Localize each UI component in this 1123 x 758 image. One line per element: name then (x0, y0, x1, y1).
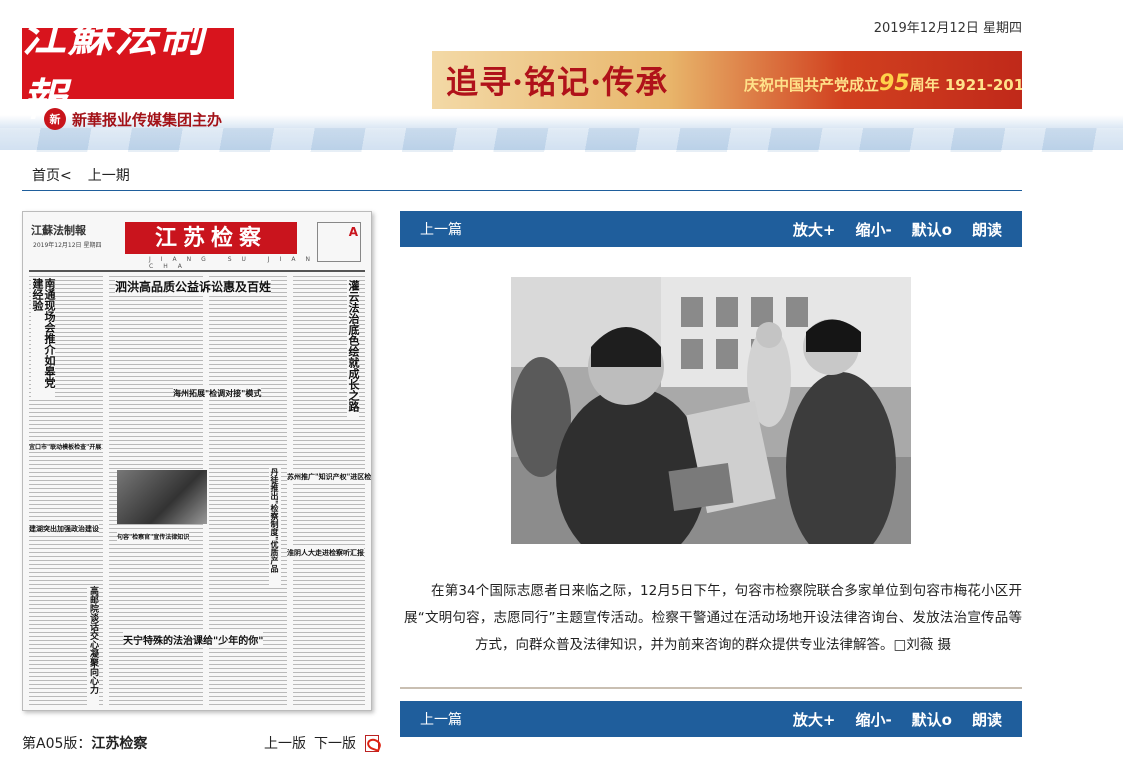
article-toolbar-bottom: 上一篇 放大+ 缩小- 默认o 朗读 (400, 701, 1022, 737)
headline-mid[interactable]: 海州拓展"检调对接"模式 (173, 388, 262, 399)
headline-right-vertical[interactable]: 灌云法治底色绘就成长之路 (347, 280, 360, 420)
sponsor-text: 新華报业传媒集团主办 (72, 110, 223, 129)
newspaper-date: 2019年12月12日 星期四 (33, 242, 102, 249)
article-photo[interactable] (511, 277, 911, 544)
article-toolbar-top: 上一篇 放大+ 缩小- 默认o 朗读 (400, 211, 1022, 247)
xinhua-logo-icon: 新 (44, 108, 66, 130)
newspaper-edition-box: A (317, 222, 361, 262)
page-section[interactable]: 江苏检察 (91, 736, 147, 752)
banner-anniversary-number: 95 (879, 71, 910, 96)
newspaper-photo (117, 470, 207, 524)
default-size-button[interactable]: 默认o (912, 219, 952, 240)
newspaper-section-title: 江苏检察 (125, 222, 297, 254)
article-photo-image (511, 277, 911, 544)
prev-article-link-bottom[interactable]: 上一篇 (420, 709, 462, 729)
current-date: 2019年12月12日 星期四 (873, 21, 1022, 36)
page-label: 第A05版： (22, 736, 92, 752)
sponsor-line: 新 新華报业传媒集团主办 (44, 108, 222, 130)
headline-main[interactable]: 泗洪高品质公益诉讼惠及百姓 (115, 278, 272, 295)
read-aloud-button[interactable]: 朗读 (972, 219, 1002, 240)
headline-left-mid[interactable]: 宜口市"联动模板检查"开展 (29, 442, 102, 451)
reading-tools: 放大+ 缩小- 默认o 朗读 (793, 219, 1002, 240)
banner-anniversary-suffix: 周年 1921-2016 (909, 76, 1022, 94)
newspaper-brand: 江蘇法制報 (31, 224, 86, 237)
anniversary-banner[interactable]: 追寻·铭记·传承 庆祝中国共产党成立95周年 1921-2016 (432, 51, 1022, 109)
masthead-rule (29, 270, 365, 272)
newspaper-masthead: 江蘇法制報 2019年12月12日 星期四 江苏检察 JIANG SU JIAN… (29, 218, 365, 270)
headline-left-low[interactable]: 建湖突出加强政治建设 (29, 524, 99, 534)
default-size-button-bottom[interactable]: 默认o (912, 709, 952, 730)
headline-sub2[interactable]: 淮阴人大走进检察听汇报 (287, 548, 364, 558)
banner-slogan: 追寻·铭记·传承 (446, 63, 669, 101)
site-logo[interactable]: 江蘇法制報 (22, 11, 234, 126)
banner-anniversary: 庆祝中国共产党成立95周年 1921-2016 (744, 71, 1022, 96)
banner-anniversary-prefix: 庆祝中国共产党成立 (744, 76, 880, 94)
newspaper-body: 南通现场会推介如皋党建经验 泗洪高品质公益诉讼惠及百姓 灌云法治底色绘就成长之路… (29, 276, 371, 706)
zoom-out-button-bottom[interactable]: 缩小- (855, 709, 891, 730)
article-body: 在第34个国际志愿者日来临之际，12月5日下午，句容市检察院联合多家单位到句容市… (404, 578, 1022, 659)
newspaper-edition-letter: A (348, 225, 358, 239)
page: 江蘇法制報 新 新華报业传媒集团主办 2019年12月12日 星期四 追寻·铭记… (0, 0, 1123, 758)
headline-left-bottom-vertical[interactable]: 高邮院谈话交心凝聚向心力 (87, 586, 99, 706)
article-paragraph: 在第34个国际志愿者日来临之际，12月5日下午，句容市检察院联合多家单位到句容市… (404, 583, 1022, 653)
headline-vertical2[interactable]: 丹徒推出"检察制度"优质产品 (269, 468, 281, 588)
next-page-link[interactable]: 下一版 (314, 733, 356, 753)
headline-bottom[interactable]: 天宁特殊的法治课给"少年的你" (123, 632, 264, 647)
zoom-in-button-bottom[interactable]: 放大+ (793, 709, 836, 730)
page-caption: 第A05版：江苏检察 (22, 733, 147, 753)
breadcrumb: 首页< 上一期 (22, 160, 1022, 191)
pdf-icon[interactable] (364, 735, 380, 752)
nav-prev-issue-link[interactable]: 上一期 (88, 165, 130, 185)
prev-page-link[interactable]: 上一版 (264, 733, 306, 753)
page-navigation: 上一版 下一版 (264, 733, 380, 753)
header-wave-decoration (0, 128, 1123, 152)
newspaper-page-thumbnail[interactable]: 江蘇法制報 2019年12月12日 星期四 江苏检察 JIANG SU JIAN… (22, 211, 372, 711)
zoom-in-button[interactable]: 放大+ (793, 219, 836, 240)
reading-tools-bottom: 放大+ 缩小- 默认o 朗读 (793, 709, 1002, 730)
read-aloud-button-bottom[interactable]: 朗读 (972, 709, 1002, 730)
article-divider (400, 687, 1022, 689)
headline-sub1[interactable]: 苏州推广"知识产权"进区检察 (287, 472, 371, 482)
zoom-out-button[interactable]: 缩小- (855, 219, 891, 240)
nav-home-link[interactable]: 首页< (32, 165, 72, 185)
prev-article-link[interactable]: 上一篇 (420, 219, 462, 239)
headline-photo-caption[interactable]: 句容"检察官"宣传法律知识 (117, 532, 190, 541)
headline-left-vertical[interactable]: 南通现场会推介如皋党建经验 (31, 278, 56, 398)
